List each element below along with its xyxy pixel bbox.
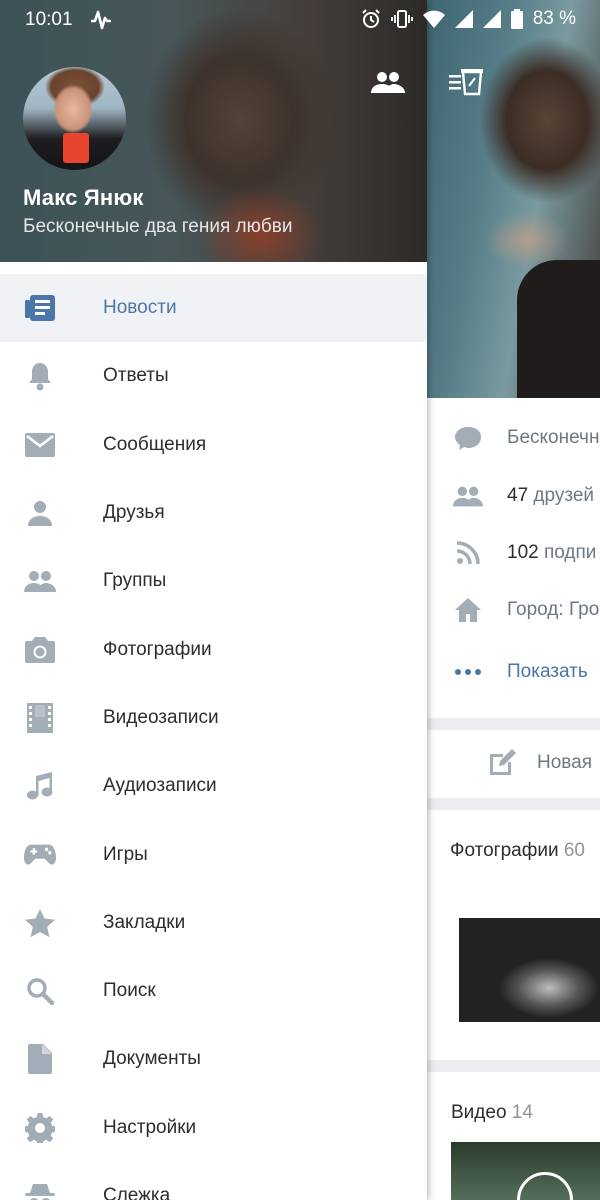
- speech-bubble-icon: [453, 423, 483, 453]
- friends-button[interactable]: [368, 64, 408, 100]
- new-post-label: Новая: [537, 752, 593, 773]
- menu-item-messages[interactable]: Сообщения: [0, 411, 427, 479]
- menu-label-search: Поиск: [103, 980, 156, 1002]
- battery-icon: [510, 9, 523, 29]
- menu-label-messages: Сообщения: [103, 433, 207, 455]
- avatar[interactable]: [23, 67, 126, 170]
- menu-item-news[interactable]: Новости: [0, 274, 427, 343]
- photos-count: 60: [563, 840, 585, 861]
- spy-icon: [24, 1180, 56, 1200]
- photos-section: Фотографии 60: [427, 810, 600, 1060]
- user-status: Бесконечные два гения любви: [23, 216, 293, 237]
- menu-item-documents[interactable]: Документы: [0, 1025, 427, 1093]
- gear-icon: [24, 1112, 56, 1144]
- signal-2-icon: [482, 10, 501, 28]
- battery-percent: 83 %: [532, 8, 576, 29]
- wifi-icon: [422, 10, 445, 28]
- followers-count: 102: [507, 542, 539, 563]
- menu-item-games[interactable]: Игры: [0, 820, 427, 888]
- menu-label-settings: Настройки: [103, 1116, 197, 1138]
- menu-label-photos: Фотографии: [103, 638, 212, 660]
- profile-city-text: Город: Гро: [507, 599, 600, 620]
- menu-item-audio[interactable]: Аудиозаписи: [0, 752, 427, 820]
- menu-item-bookmarks[interactable]: Закладки: [0, 889, 427, 957]
- profile-status-text: Бесконечн: [507, 427, 600, 448]
- menu-item-videos[interactable]: Видеозаписи: [0, 684, 427, 752]
- menu-label-tracking: Слежка: [103, 1185, 171, 1200]
- user-name[interactable]: Макс Янюк: [23, 185, 144, 211]
- group-icon: [371, 71, 405, 93]
- gamepad-icon: [24, 839, 56, 871]
- menu-label-friends: Друзья: [103, 502, 165, 524]
- menu-label-bookmarks: Закладки: [103, 911, 186, 933]
- status-time: 10:01: [25, 9, 73, 30]
- status-bar: 10:01 83 %: [0, 0, 600, 40]
- camera-icon: [24, 634, 56, 666]
- alarm-icon: [361, 9, 381, 29]
- newspaper-icon: [24, 292, 56, 324]
- menu-label-games: Игры: [103, 843, 148, 865]
- rss-icon: [453, 538, 483, 568]
- profile-cover-photo: [427, 0, 600, 398]
- show-more-row[interactable]: Показать: [427, 652, 600, 692]
- signal-icon: [454, 10, 473, 28]
- menu-label-replies: Ответы: [103, 365, 169, 387]
- menu-item-search[interactable]: Поиск: [0, 957, 427, 1025]
- new-post-button[interactable]: Новая: [427, 730, 600, 798]
- menu-item-settings[interactable]: Настройки: [0, 1094, 427, 1162]
- profile-info-section: Бесконечн 47 друзей 102 подпи Город: Гро…: [427, 398, 600, 718]
- profile-city-row: Город: Гро: [427, 590, 600, 630]
- star-icon: [24, 907, 56, 939]
- menu-item-groups[interactable]: Группы: [0, 547, 427, 615]
- profile-friends-row[interactable]: 47 друзей: [427, 476, 600, 516]
- bell-icon: [24, 360, 56, 392]
- more-dots-icon: [453, 657, 483, 687]
- envelope-icon: [24, 429, 56, 461]
- menu-coffee-icon[interactable]: [447, 66, 487, 98]
- group-icon: [453, 481, 483, 511]
- video-section: Видео 14: [427, 1072, 600, 1200]
- group-icon: [24, 565, 56, 597]
- edit-icon: [487, 748, 517, 778]
- menu-label-audio: Аудиозаписи: [103, 775, 217, 797]
- menu-item-photos[interactable]: Фотографии: [0, 615, 427, 683]
- followers-text: подпи: [543, 542, 597, 563]
- show-more-link[interactable]: Показать: [507, 661, 588, 683]
- menu-item-friends[interactable]: Друзья: [0, 479, 427, 547]
- friends-count: 47: [507, 485, 529, 506]
- menu-item-tracking[interactable]: Слежка: [0, 1162, 427, 1200]
- music-note-icon: [24, 770, 56, 802]
- menu-label-videos: Видеозаписи: [103, 706, 219, 728]
- film-icon: [24, 702, 56, 734]
- video-title: Видео: [451, 1102, 507, 1123]
- home-icon: [453, 595, 483, 625]
- menu-label-documents: Документы: [103, 1048, 201, 1070]
- navigation-drawer: Макс Янюк Бесконечные два гения любви Но…: [0, 0, 427, 1200]
- menu-label-news: Новости: [103, 297, 177, 319]
- profile-followers-row[interactable]: 102 подпи: [427, 533, 600, 573]
- drawer-menu: Новости Ответы Сообщения Друзья Группы Ф…: [0, 274, 427, 1200]
- person-icon: [24, 497, 56, 529]
- search-icon: [24, 975, 56, 1007]
- friends-text: друзей: [533, 485, 595, 506]
- pulse-icon: [90, 10, 112, 30]
- vibrate-icon: [390, 9, 413, 29]
- profile-status-row: Бесконечн: [427, 418, 600, 458]
- video-count: 14: [511, 1102, 533, 1123]
- document-icon: [24, 1043, 56, 1075]
- photo-thumbnail[interactable]: [459, 918, 600, 1022]
- menu-item-replies[interactable]: Ответы: [0, 342, 427, 410]
- menu-label-groups: Группы: [103, 570, 167, 592]
- photos-title: Фотографии: [450, 840, 559, 861]
